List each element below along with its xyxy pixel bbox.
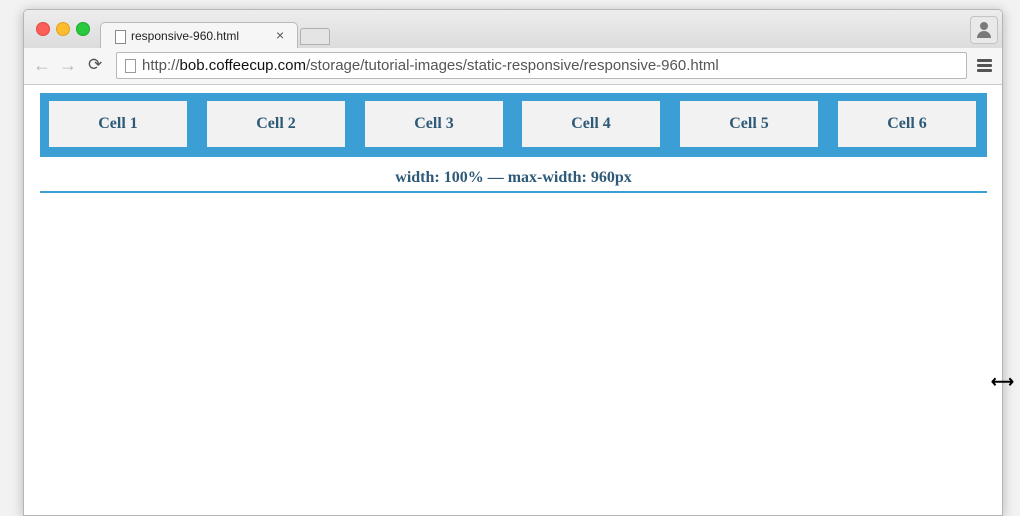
new-tab-button[interactable] [300,28,330,45]
title-bar: responsive-960.html × [24,10,1002,50]
user-icon [980,22,988,30]
url-host: bob.coffeecup.com [179,57,307,74]
browser-toolbar: ← → ⟳ http://bob.coffeecup.com/storage/t… [24,48,1002,85]
page-icon [115,30,126,44]
cell-2: Cell 2 [207,101,345,147]
forward-arrow-icon[interactable]: → [59,55,77,76]
tab-title: responsive-960.html [131,29,240,43]
page-icon [125,59,136,73]
cell-1: Cell 1 [49,101,187,147]
url-text[interactable]: http://bob.coffeecup.com/storage/tutoria… [142,57,719,74]
cell-4: Cell 4 [522,101,660,147]
minimize-window-button[interactable] [56,22,70,36]
width-caption: width: 100% — max-width: 960px [395,169,632,186]
back-arrow-icon[interactable]: ← [33,55,51,76]
tab-close-icon[interactable]: × [276,27,284,43]
menu-icon[interactable] [977,59,992,74]
reload-icon[interactable]: ⟳ [88,55,102,75]
divider [40,191,987,193]
url-path: /storage/tutorial-images/static-responsi… [306,57,719,74]
profile-button[interactable] [970,16,998,44]
cell-3: Cell 3 [365,101,503,147]
browser-window: responsive-960.html × ← → ⟳ http://bob.c… [23,9,1003,516]
cell-5: Cell 5 [680,101,818,147]
page-viewport: Cell 1 Cell 2 Cell 3 Cell 4 Cell 5 Cell … [24,85,1002,515]
resize-cursor-icon: ⟷ [991,374,1014,391]
maximize-window-button[interactable] [76,22,90,36]
cell-6: Cell 6 [838,101,976,147]
address-bar[interactable]: http://bob.coffeecup.com/storage/tutoria… [116,52,967,79]
cell-container: Cell 1 Cell 2 Cell 3 Cell 4 Cell 5 Cell … [40,93,987,157]
close-window-button[interactable] [36,22,50,36]
tab-responsive-960[interactable]: responsive-960.html × [100,22,298,50]
